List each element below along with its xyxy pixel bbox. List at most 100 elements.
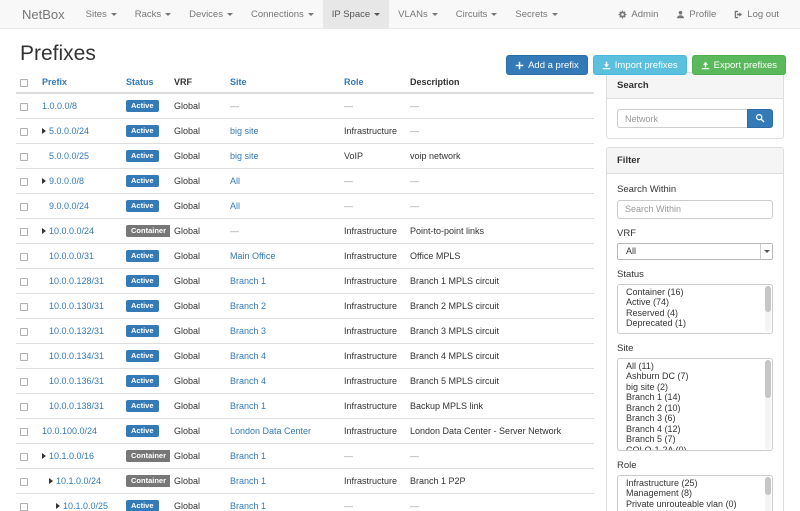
nav-item-secrets[interactable]: Secrets	[506, 0, 566, 28]
row-checkbox[interactable]	[20, 103, 28, 111]
export-prefixes-button[interactable]: Export prefixes	[692, 55, 786, 75]
search-within-input[interactable]	[617, 200, 773, 219]
role-listbox[interactable]: Infrastructure (25)Management (8)Private…	[617, 475, 773, 511]
site-listbox[interactable]: All (11)Ashburn DC (7)big site (2)Branch…	[617, 358, 773, 451]
site-link[interactable]: Branch 1	[230, 276, 266, 286]
row-checkbox[interactable]	[20, 453, 28, 461]
select-all-checkbox[interactable]	[20, 79, 28, 87]
prefix-link[interactable]: 9.0.0.0/24	[49, 201, 89, 211]
column-header-role[interactable]: Role	[340, 72, 406, 93]
nav-item-devices[interactable]: Devices	[180, 0, 242, 28]
prefix-link[interactable]: 10.0.0.130/31	[49, 301, 104, 311]
site-link[interactable]: All	[230, 201, 240, 211]
expand-toggle-icon[interactable]	[42, 128, 46, 134]
row-checkbox[interactable]	[20, 478, 28, 486]
column-header-prefix[interactable]: Prefix	[38, 72, 122, 93]
listbox-option[interactable]: All (11)	[618, 361, 772, 372]
row-checkbox[interactable]	[20, 128, 28, 136]
row-checkbox[interactable]	[20, 403, 28, 411]
site-link[interactable]: Branch 1	[230, 451, 266, 461]
row-checkbox[interactable]	[20, 303, 28, 311]
row-checkbox[interactable]	[20, 503, 28, 511]
listbox-option[interactable]: Branch 3 (6)	[618, 413, 772, 424]
prefix-link[interactable]: 10.0.0.132/31	[49, 326, 104, 336]
site-link[interactable]: Branch 2	[230, 301, 266, 311]
expand-toggle-icon[interactable]	[56, 503, 60, 509]
scrollbar[interactable]	[765, 477, 771, 511]
listbox-option[interactable]: Branch 4 (12)	[618, 424, 772, 435]
site-link[interactable]: Main Office	[230, 251, 275, 261]
navbar-brand[interactable]: NetBox	[12, 0, 75, 28]
nav-item-connections[interactable]: Connections	[242, 0, 323, 28]
row-checkbox[interactable]	[20, 253, 28, 261]
expand-toggle-icon[interactable]	[42, 178, 46, 184]
row-checkbox[interactable]	[20, 178, 28, 186]
nav-item-racks[interactable]: Racks	[126, 0, 180, 28]
prefix-link[interactable]: 10.1.0.0/25	[63, 501, 108, 511]
nav-item-ip-space[interactable]: IP Space	[323, 0, 389, 28]
row-checkbox[interactable]	[20, 428, 28, 436]
prefix-link[interactable]: 5.0.0.0/24	[49, 126, 89, 136]
expand-toggle-icon[interactable]	[49, 478, 53, 484]
listbox-option[interactable]: Branch 1 (14)	[618, 392, 772, 403]
prefix-link[interactable]: 10.0.0.0/31	[49, 251, 94, 261]
search-input[interactable]	[617, 109, 747, 128]
row-checkbox[interactable]	[20, 278, 28, 286]
nav-item-log-out[interactable]: Log out	[725, 0, 788, 28]
listbox-option[interactable]: Deprecated (1)	[618, 318, 772, 329]
column-header-status[interactable]: Status	[122, 72, 170, 93]
site-link[interactable]: Branch 4	[230, 351, 266, 361]
site-link[interactable]: Branch 1	[230, 401, 266, 411]
site-link[interactable]: Branch 1	[230, 476, 266, 486]
nav-item-admin[interactable]: Admin	[609, 0, 667, 28]
listbox-option[interactable]: big site (2)	[618, 382, 772, 393]
listbox-option[interactable]: COLO-1-2A (0)	[618, 445, 772, 451]
expand-toggle-icon[interactable]	[42, 453, 46, 459]
listbox-option[interactable]: Ashburn DC (7)	[618, 371, 772, 382]
nav-item-profile[interactable]: Profile	[667, 0, 725, 28]
listbox-option[interactable]: Container (16)	[618, 287, 772, 298]
listbox-option[interactable]: Management (8)	[618, 488, 772, 499]
prefix-link[interactable]: 10.0.0.138/31	[49, 401, 104, 411]
prefix-link[interactable]: 10.0.0.134/31	[49, 351, 104, 361]
site-link[interactable]: big site	[230, 151, 259, 161]
status-listbox[interactable]: Container (16)Active (74)Reserved (4)Dep…	[617, 284, 773, 334]
site-link[interactable]: big site	[230, 126, 259, 136]
import-prefixes-button[interactable]: Import prefixes	[593, 55, 687, 75]
add-a-prefix-button[interactable]: Add a prefix	[506, 55, 588, 75]
prefix-link[interactable]: 10.0.0.0/24	[49, 226, 94, 236]
column-header-site[interactable]: Site	[226, 72, 340, 93]
listbox-option[interactable]: Branch 5 (7)	[618, 434, 772, 445]
prefix-link[interactable]: 10.0.100.0/24	[42, 426, 97, 436]
scrollbar[interactable]	[765, 286, 771, 332]
prefix-link[interactable]: 5.0.0.0/25	[49, 151, 89, 161]
listbox-option[interactable]: Private unrouteable vlan (0)	[618, 499, 772, 510]
vrf-select[interactable]: All	[617, 243, 773, 260]
site-link[interactable]: All	[230, 176, 240, 186]
row-checkbox[interactable]	[20, 328, 28, 336]
row-checkbox[interactable]	[20, 353, 28, 361]
site-link[interactable]: Branch 1	[230, 501, 266, 511]
nav-item-sites[interactable]: Sites	[77, 0, 126, 28]
row-checkbox[interactable]	[20, 378, 28, 386]
nav-item-vlans[interactable]: VLANs	[389, 0, 447, 28]
site-link[interactable]: Branch 4	[230, 376, 266, 386]
listbox-option[interactable]: Infrastructure (25)	[618, 478, 772, 489]
prefix-link[interactable]: 9.0.0.0/8	[49, 176, 84, 186]
row-checkbox[interactable]	[20, 153, 28, 161]
listbox-option[interactable]: Branch 2 (10)	[618, 403, 772, 414]
site-link[interactable]: London Data Center	[230, 426, 311, 436]
site-link[interactable]: Branch 3	[230, 326, 266, 336]
prefix-link[interactable]: 10.1.0.0/24	[56, 476, 101, 486]
prefix-link[interactable]: 10.0.0.136/31	[49, 376, 104, 386]
search-button[interactable]	[747, 109, 773, 128]
listbox-option[interactable]: Reserved (4)	[618, 308, 772, 319]
expand-toggle-icon[interactable]	[42, 228, 46, 234]
scrollbar[interactable]	[765, 360, 771, 449]
prefix-link[interactable]: 10.1.0.0/16	[49, 451, 94, 461]
row-checkbox[interactable]	[20, 203, 28, 211]
prefix-link[interactable]: 1.0.0.0/8	[42, 101, 77, 111]
listbox-option[interactable]: Active (74)	[618, 297, 772, 308]
row-checkbox[interactable]	[20, 228, 28, 236]
prefix-link[interactable]: 10.0.0.128/31	[49, 276, 104, 286]
